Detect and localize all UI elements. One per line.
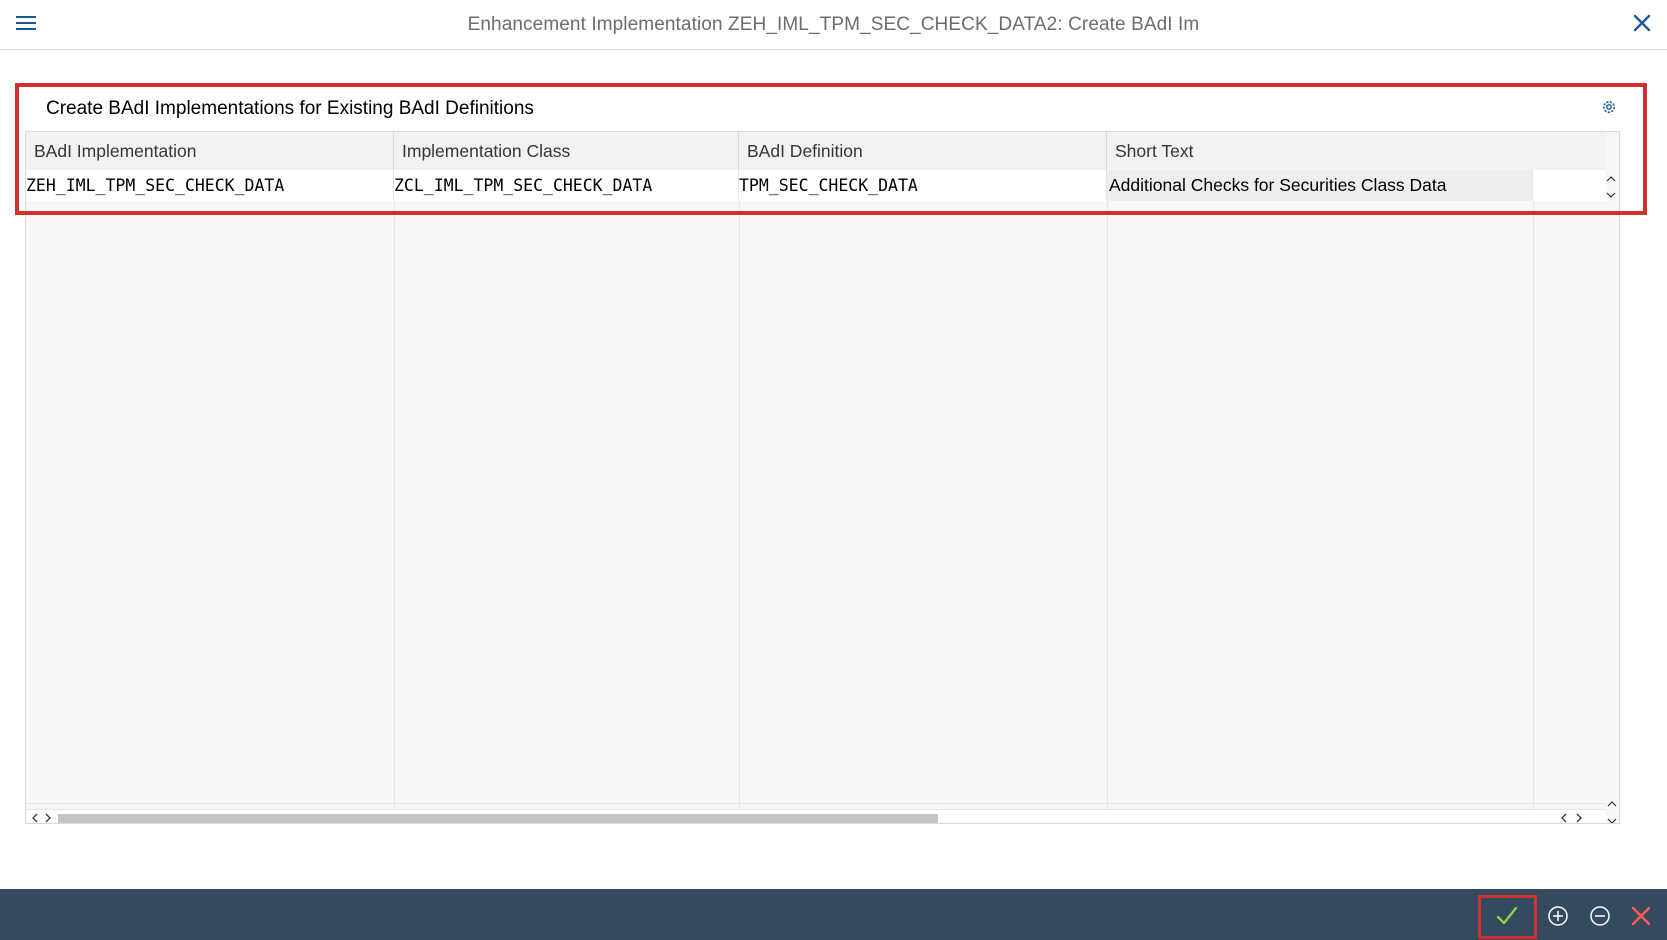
empty-row[interactable] xyxy=(26,532,1606,564)
empty-row[interactable] xyxy=(26,201,1606,233)
cancel-x-icon[interactable] xyxy=(1628,903,1654,929)
empty-row[interactable] xyxy=(26,472,1606,504)
confirm-checkmark-icon[interactable] xyxy=(1494,903,1520,929)
close-icon[interactable] xyxy=(1631,12,1653,34)
empty-row[interactable] xyxy=(26,652,1606,684)
column-divider xyxy=(1533,201,1534,809)
section-title: Create BAdI Implementations for Existing… xyxy=(46,98,534,119)
empty-row[interactable] xyxy=(26,562,1606,594)
column-header-badi-implementation[interactable]: BAdI Implementation xyxy=(26,132,394,170)
gear-icon[interactable] xyxy=(1601,99,1617,115)
scroll-left-icon[interactable] xyxy=(1558,812,1570,824)
table-row[interactable]: ZEH_IML_TPM_SEC_CHECK_DATA ZCL_IML_TPM_S… xyxy=(26,170,1606,202)
badi-table: BAdI Implementation Implementation Class… xyxy=(25,131,1620,824)
empty-row[interactable] xyxy=(26,682,1606,714)
table-header: BAdI Implementation Implementation Class… xyxy=(26,132,1606,171)
empty-row[interactable] xyxy=(26,322,1606,354)
vertical-scroll-arrows[interactable] xyxy=(1606,800,1618,824)
scroll-right-icon[interactable] xyxy=(42,812,54,824)
column-divider xyxy=(1107,201,1108,809)
empty-row[interactable] xyxy=(26,292,1606,324)
empty-row[interactable] xyxy=(26,412,1606,444)
title-bar: Enhancement Implementation ZEH_IML_TPM_S… xyxy=(0,0,1667,50)
column-header-badi-definition[interactable]: BAdI Definition xyxy=(739,132,1107,170)
vertical-scroll-arrows[interactable] xyxy=(1604,172,1618,202)
empty-row[interactable] xyxy=(26,352,1606,384)
empty-row[interactable] xyxy=(26,592,1606,624)
empty-row[interactable] xyxy=(26,232,1606,264)
empty-row[interactable] xyxy=(26,262,1606,294)
badi-definition-cell[interactable]: TPM_SEC_CHECK_DATA xyxy=(739,170,1107,201)
column-header-implementation-class[interactable]: Implementation Class xyxy=(394,132,739,170)
empty-row[interactable] xyxy=(26,772,1606,804)
column-divider xyxy=(394,201,395,809)
empty-row[interactable] xyxy=(26,502,1606,534)
empty-row[interactable] xyxy=(26,742,1606,774)
footer-toolbar xyxy=(0,889,1667,940)
implementation-class-cell[interactable]: ZCL_IML_TPM_SEC_CHECK_DATA xyxy=(394,170,739,201)
column-header-short-text[interactable]: Short Text xyxy=(1107,132,1606,170)
empty-row[interactable] xyxy=(26,622,1606,654)
remove-circle-icon[interactable] xyxy=(1587,903,1613,929)
badi-implementation-cell[interactable]: ZEH_IML_TPM_SEC_CHECK_DATA xyxy=(26,170,394,201)
short-text-cell[interactable]: Additional Checks for Securities Class D… xyxy=(1107,170,1533,201)
empty-row[interactable] xyxy=(26,442,1606,474)
add-circle-icon[interactable] xyxy=(1545,903,1571,929)
empty-row[interactable] xyxy=(26,712,1606,744)
horizontal-scrollbar[interactable] xyxy=(26,801,1617,824)
window-title: Enhancement Implementation ZEH_IML_TPM_S… xyxy=(467,14,1200,35)
empty-row[interactable] xyxy=(26,382,1606,414)
column-divider xyxy=(739,201,740,809)
scroll-right-icon[interactable] xyxy=(1573,812,1585,824)
scroll-left-icon[interactable] xyxy=(29,812,41,824)
scrollbar-thumb[interactable] xyxy=(58,814,938,823)
